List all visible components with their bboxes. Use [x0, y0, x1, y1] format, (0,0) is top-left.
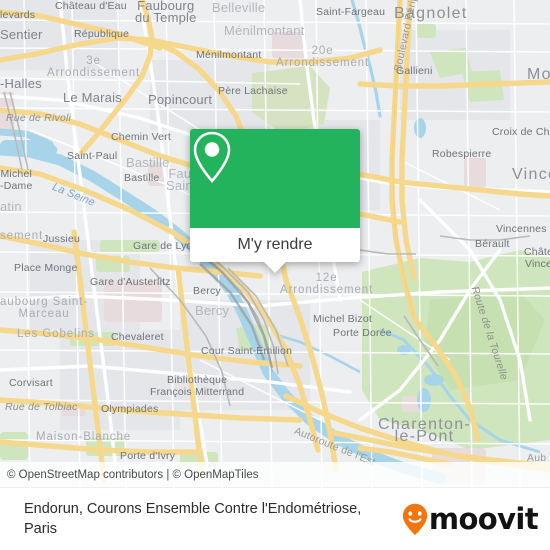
- map-callout[interactable]: M'y rendre: [190, 129, 360, 273]
- attribution-text: © OpenStreetMap contributors | © OpenMap…: [7, 468, 259, 481]
- map-pin-icon: [193, 131, 231, 183]
- moovit-pin-icon: [402, 503, 428, 535]
- page-footer: Endorun, Courons Ensemble Contre l'Endom…: [0, 488, 550, 550]
- moovit-logo[interactable]: moovit: [402, 502, 550, 536]
- callout-action-button[interactable]: M'y rendre: [190, 228, 360, 262]
- page-title: Endorun, Courons Ensemble Contre l'Endom…: [24, 501, 362, 537]
- map-attribution[interactable]: © OpenStreetMap contributors | © OpenMap…: [0, 462, 550, 487]
- callout-action-label: M'y rendre: [237, 236, 313, 253]
- callout-tail: [264, 262, 286, 273]
- map-canvas[interactable]: Château d'Eau levards Faubourg du Temple Be…: [0, 0, 550, 488]
- callout-header: [190, 129, 360, 228]
- moovit-map-page: Château d'Eau levards Faubourg du Temple Be…: [0, 0, 550, 550]
- moovit-wordmark: moovit: [428, 502, 539, 536]
